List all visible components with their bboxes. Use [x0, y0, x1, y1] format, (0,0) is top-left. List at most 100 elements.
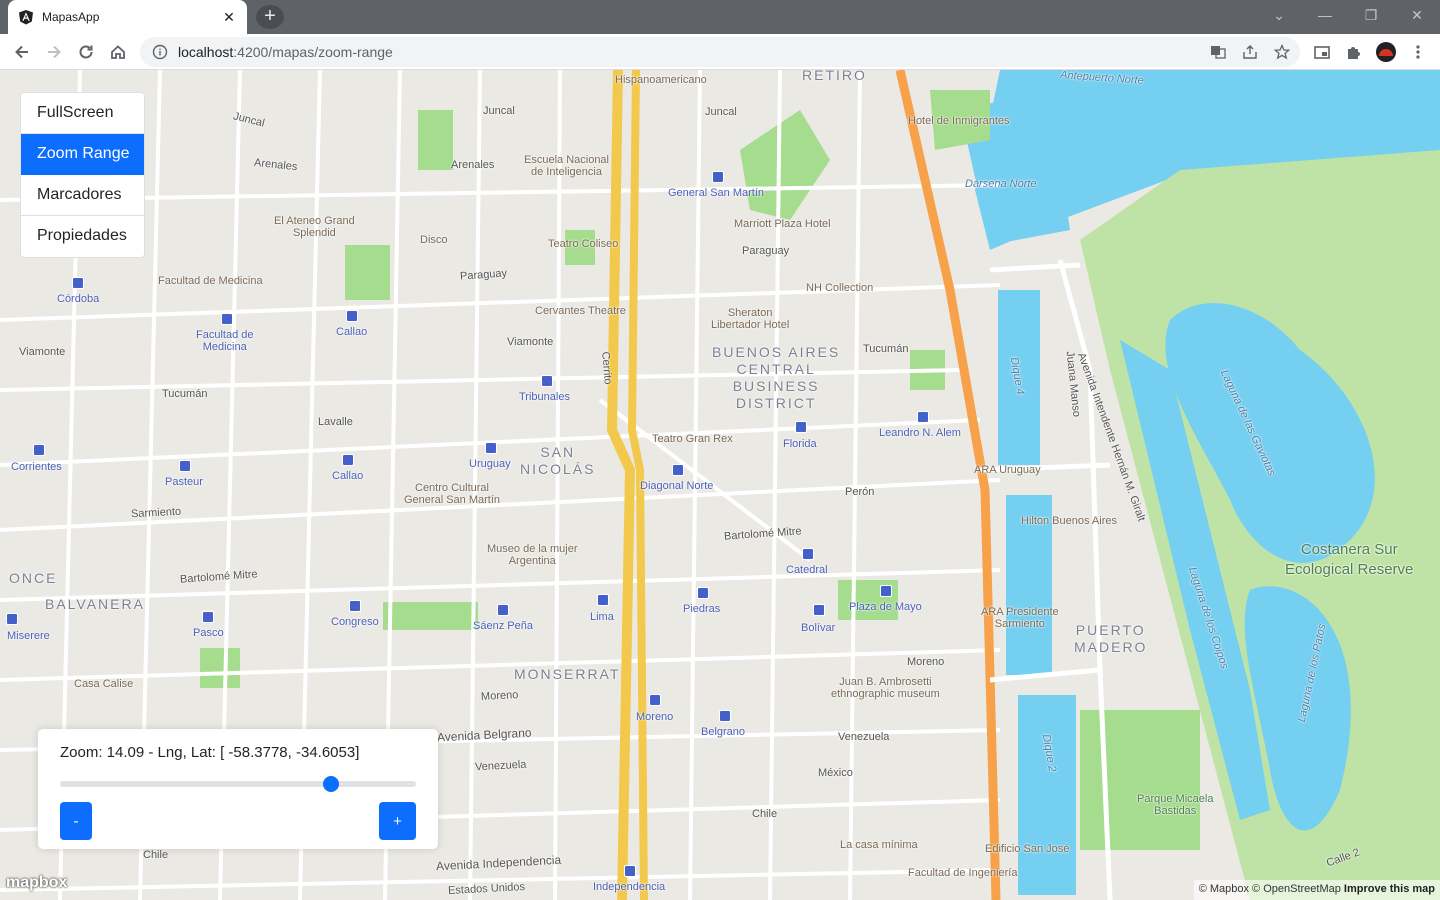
- tab-close-icon[interactable]: ✕: [221, 9, 237, 26]
- forward-arrow-icon[interactable]: [42, 40, 66, 64]
- subway-station-icon[interactable]: [719, 710, 731, 722]
- dique-2-water: [1018, 695, 1076, 895]
- bookmark-star-icon[interactable]: [1274, 44, 1290, 60]
- subway-station-icon[interactable]: [497, 604, 509, 616]
- subway-station-icon[interactable]: [349, 600, 361, 612]
- menu-item-marcadores[interactable]: Marcadores: [21, 175, 144, 216]
- map-label: BALVANERA: [45, 596, 145, 612]
- map-label: Lavalle: [318, 416, 353, 428]
- map-label: Bolívar: [801, 622, 836, 634]
- subway-station-icon[interactable]: [649, 694, 661, 706]
- attribution-text[interactable]: © Mapbox © OpenStreetMap: [1199, 883, 1341, 895]
- map-label: Moreno: [636, 711, 674, 723]
- map-label: México: [818, 767, 853, 779]
- map-label: ONCE: [9, 570, 58, 586]
- subway-station-icon[interactable]: [795, 421, 807, 433]
- home-icon[interactable]: [106, 40, 130, 64]
- map-label: Sáenz Peña: [473, 620, 533, 632]
- browser-menu-icon[interactable]: [1406, 40, 1430, 64]
- map-label: La casa mínima: [840, 839, 918, 851]
- subway-station-icon[interactable]: [72, 277, 84, 289]
- subway-station-icon[interactable]: [202, 611, 214, 623]
- map-label: Viamonte: [19, 346, 66, 358]
- map-label: RETIRO: [802, 70, 867, 83]
- subway-station-icon[interactable]: [485, 442, 497, 454]
- map-label: Chile: [752, 808, 778, 820]
- menu-item-fullscreen[interactable]: FullScreen: [21, 93, 144, 134]
- close-window-button[interactable]: ✕: [1394, 4, 1440, 26]
- minimize-button[interactable]: —: [1302, 4, 1348, 26]
- subway-station-icon[interactable]: [917, 411, 929, 423]
- parque-micaela-bastidas: [1080, 710, 1200, 850]
- subway-station-icon[interactable]: [221, 313, 233, 325]
- map-label: Paraguay: [742, 245, 790, 257]
- map-label: Hotel de Inmigrantes: [908, 115, 1010, 127]
- subway-station-icon[interactable]: [342, 454, 354, 466]
- map-label: Centro Cultural General San Martín: [404, 482, 500, 506]
- picture-in-picture-icon[interactable]: [1310, 40, 1334, 64]
- subway-station-icon[interactable]: [697, 587, 709, 599]
- map-label: Belgrano: [701, 726, 746, 738]
- map-label: Córdoba: [57, 293, 100, 305]
- map-label: Uruguay: [469, 458, 511, 470]
- zoom-info-text: Zoom: 14.09 - Lng, Lat: [ -58.3778, -34.…: [60, 744, 360, 761]
- map-label: Facultad de Medicina: [196, 329, 254, 353]
- subway-station-icon[interactable]: [672, 464, 684, 476]
- map-label: Venezuela: [838, 731, 890, 743]
- subway-station-icon[interactable]: [597, 594, 609, 606]
- profile-avatar-icon[interactable]: [1374, 40, 1398, 64]
- map-label: Leandro N. Alem: [879, 427, 961, 439]
- map-label: Chile: [143, 849, 169, 861]
- subway-station-icon[interactable]: [880, 585, 892, 597]
- extensions-puzzle-icon[interactable]: [1342, 40, 1366, 64]
- restore-button[interactable]: ❐: [1348, 4, 1394, 26]
- tab-search-chevron-icon[interactable]: ⌄: [1256, 4, 1302, 26]
- map-label: Juan B. Ambrosetti ethnographic museum: [831, 676, 940, 700]
- zoom-slider-thumb[interactable]: [322, 776, 339, 792]
- map-label: Corrientes: [11, 461, 62, 473]
- map-label: Pasteur: [165, 476, 203, 488]
- subway-station-icon[interactable]: [179, 460, 191, 472]
- map-label: Tucumán: [863, 343, 909, 355]
- map-label: SAN NICOLÁS: [520, 444, 596, 477]
- subway-station-icon[interactable]: [541, 375, 553, 387]
- subway-station-icon[interactable]: [6, 613, 18, 625]
- new-tab-button[interactable]: +: [256, 5, 284, 29]
- subway-station-icon[interactable]: [712, 171, 724, 183]
- map-label: Teatro Gran Rex: [652, 433, 733, 445]
- url-host: localhost: [178, 44, 234, 60]
- mapbox-logo[interactable]: mapbox: [6, 874, 67, 892]
- translate-icon[interactable]: [1210, 44, 1226, 60]
- subway-station-icon[interactable]: [346, 310, 358, 322]
- subway-station-icon[interactable]: [802, 548, 814, 560]
- browser-tab[interactable]: MapasApp ✕: [8, 0, 247, 34]
- map-label: General San Martín: [668, 187, 764, 199]
- map-attribution: © Mapbox © OpenStreetMap Improve this ma…: [1193, 880, 1440, 900]
- subway-station-icon[interactable]: [813, 604, 825, 616]
- map-label: MONSERRAT: [514, 666, 621, 682]
- map-label: Disco: [420, 234, 448, 246]
- zoom-slider[interactable]: [60, 776, 416, 792]
- reload-icon[interactable]: [74, 40, 98, 64]
- share-icon[interactable]: [1242, 44, 1258, 60]
- map-label: Hispanoamericano: [615, 74, 707, 86]
- back-arrow-icon[interactable]: [10, 40, 34, 64]
- map-label: BUENOS AIRES CENTRAL BUSINESS DISTRICT: [712, 344, 841, 411]
- improve-map-link[interactable]: Improve this map: [1344, 883, 1435, 895]
- zoom-out-button[interactable]: -: [60, 802, 92, 840]
- map-label: Facultad de Ingeniería: [908, 867, 1018, 879]
- map-label: Catedral: [786, 564, 828, 576]
- site-info-icon[interactable]: [152, 44, 168, 60]
- subway-station-icon[interactable]: [624, 865, 636, 877]
- url-path: :4200/mapas/zoom-range: [233, 44, 393, 60]
- subway-station-icon[interactable]: [33, 444, 45, 456]
- park-area: [200, 648, 240, 688]
- zoom-in-button[interactable]: +: [379, 802, 416, 840]
- menu-item-zoom-range[interactable]: Zoom Range: [21, 134, 144, 175]
- map-label: Perón: [845, 486, 875, 498]
- menu-item-propiedades[interactable]: Propiedades: [21, 216, 144, 257]
- map-label: ARA Uruguay: [974, 464, 1041, 476]
- map-label: NH Collection: [806, 282, 874, 294]
- map-label: ARA Presidente Sarmiento: [981, 606, 1059, 630]
- address-bar[interactable]: localhost:4200/mapas/zoom-range: [140, 37, 1300, 67]
